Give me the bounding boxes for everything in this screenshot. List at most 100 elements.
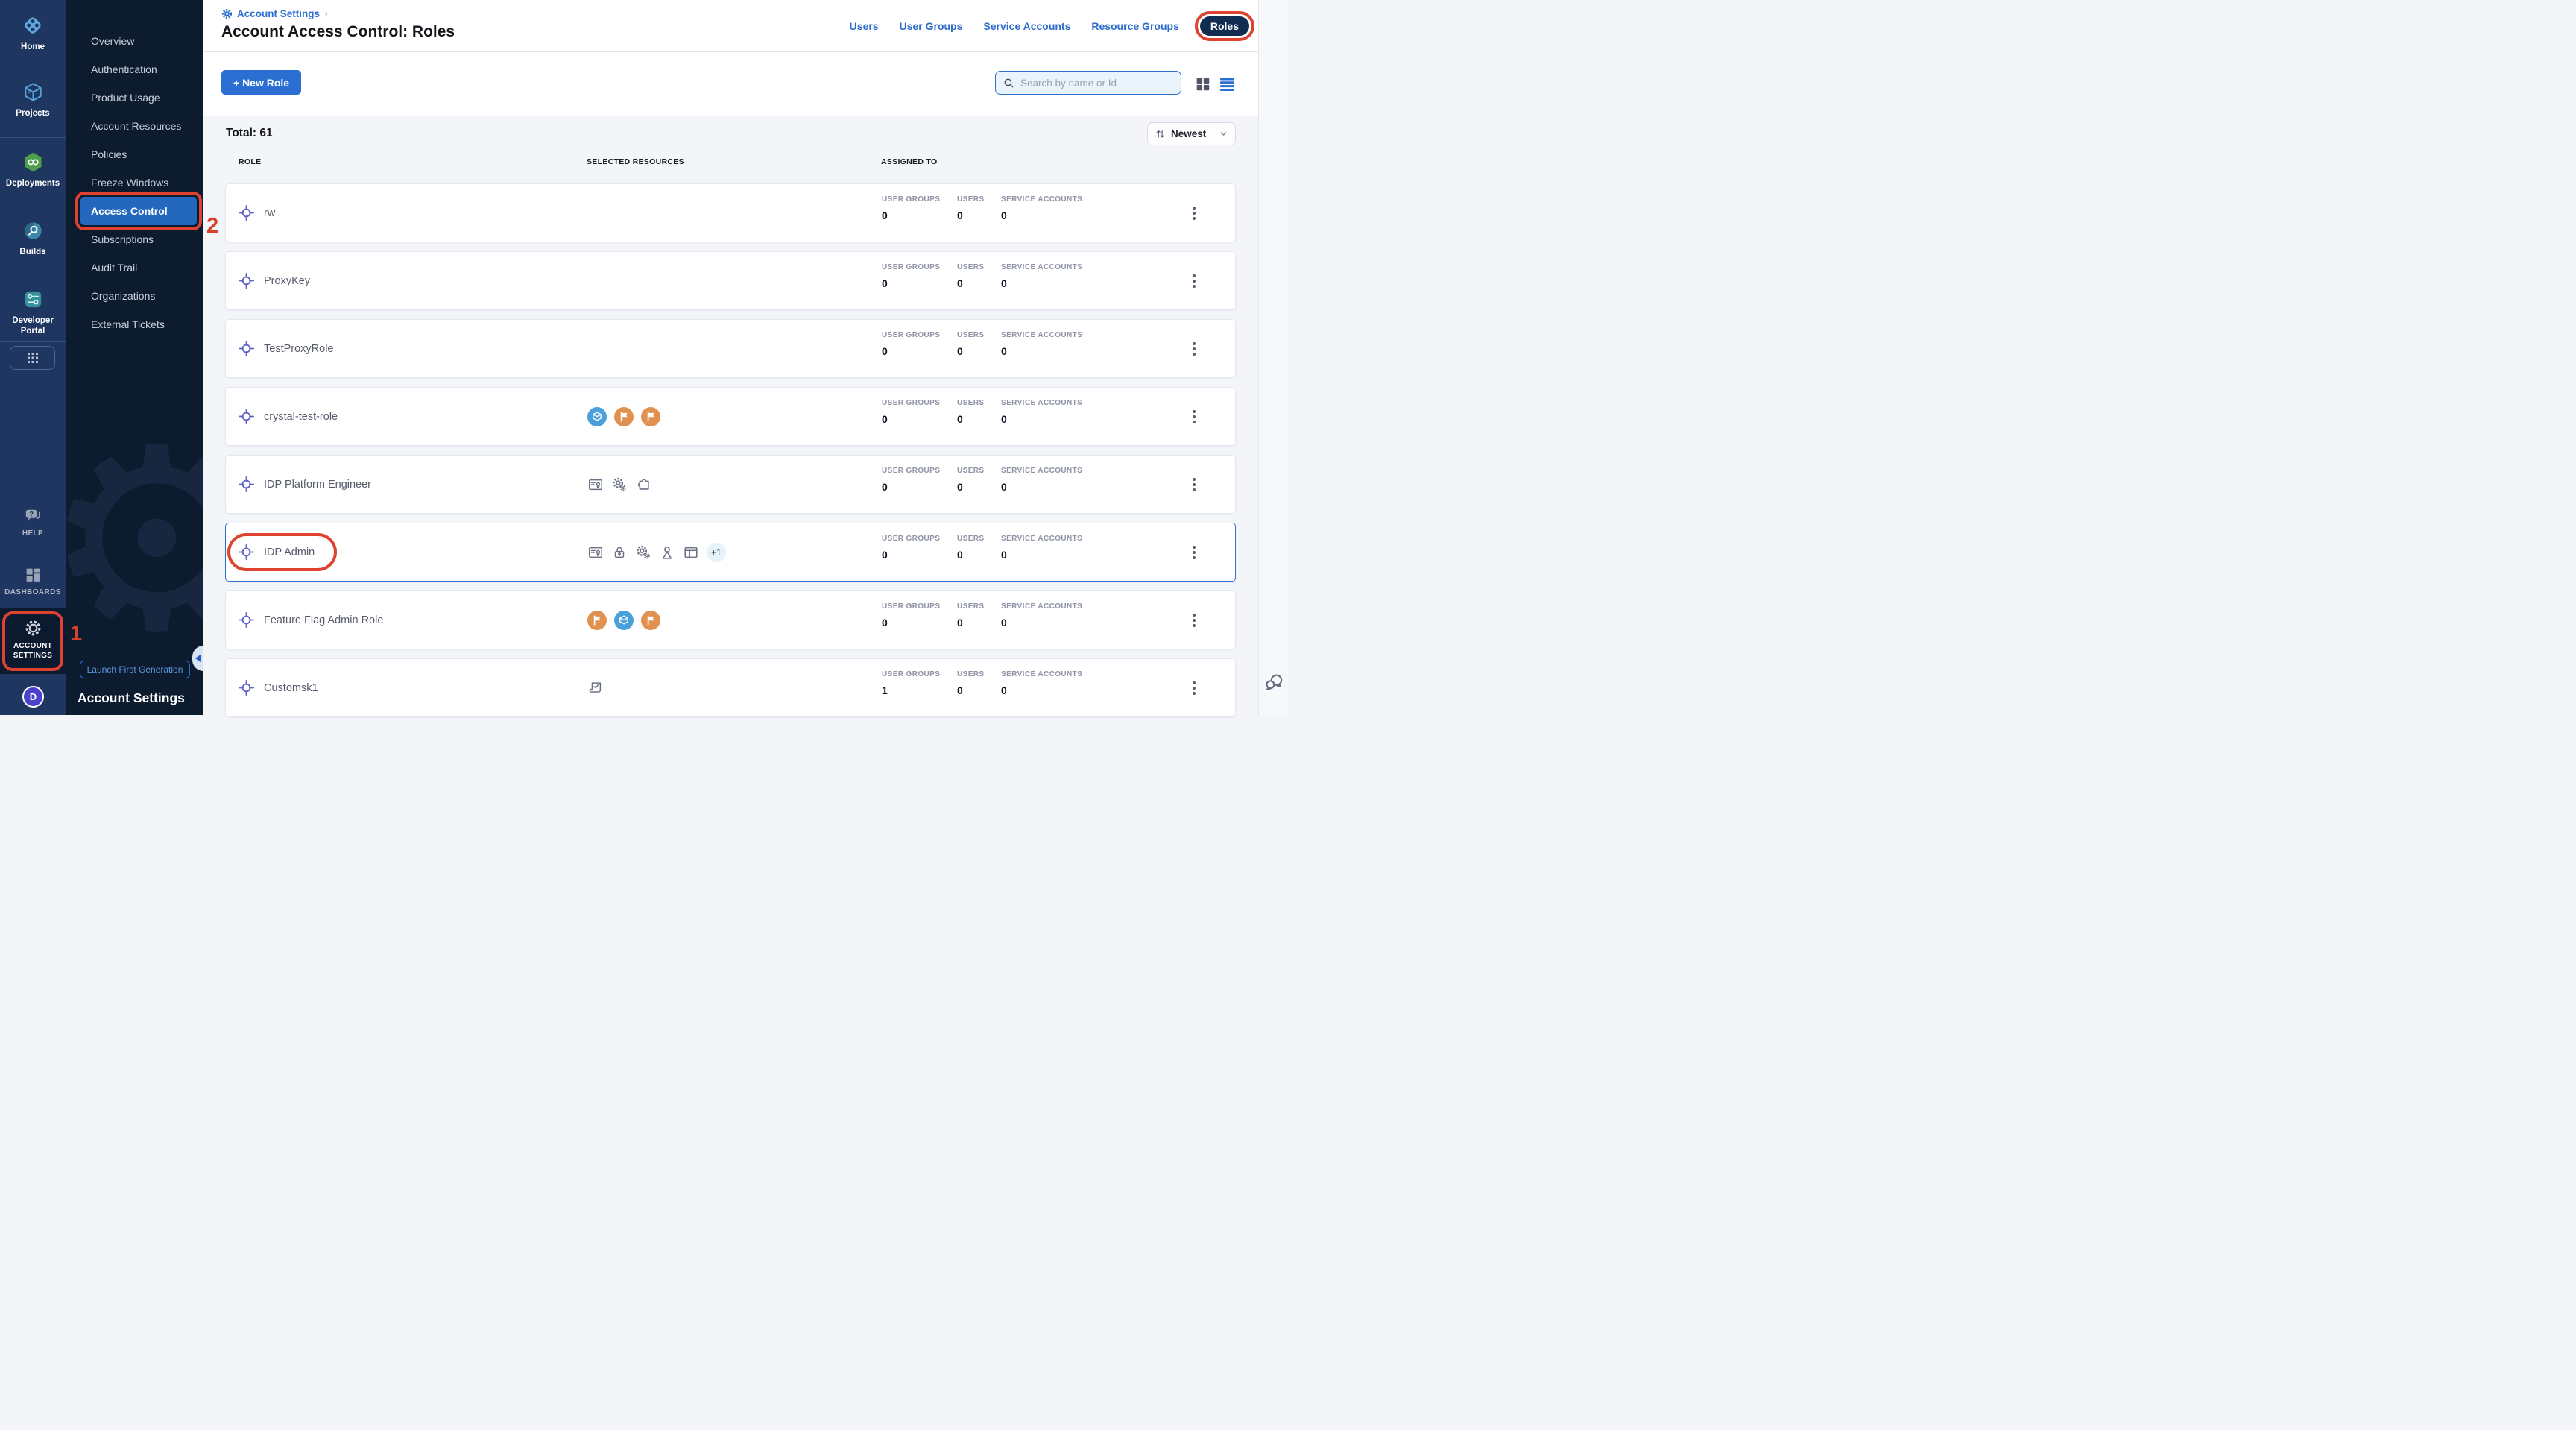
row-menu-button[interactable]: [1188, 473, 1200, 496]
nav-help[interactable]: ? HELP: [0, 507, 66, 539]
role-name-group: TestProxyRole: [230, 333, 353, 365]
sidebar-item-authentication[interactable]: Authentication: [66, 55, 203, 84]
nav-account-settings[interactable]: ACCOUNT SETTINGS: [0, 619, 66, 661]
role-name[interactable]: ProxyKey: [264, 275, 310, 287]
assigned-users-label: USERS: [957, 670, 984, 678]
column-header-role: ROLE: [239, 157, 261, 166]
users-count: 0: [957, 277, 963, 289]
breadcrumb[interactable]: Account Settings ›: [221, 7, 328, 19]
search-input[interactable]: [1020, 78, 1173, 89]
role-row-crystal-test-role[interactable]: crystal-test-roleUSER GROUPS0USERS0SERVI…: [225, 387, 1236, 446]
role-name[interactable]: TestProxyRole: [264, 343, 333, 355]
support-chat-icon[interactable]: [1263, 671, 1285, 693]
row-menu-button[interactable]: [1188, 406, 1200, 428]
selected-resources: [587, 659, 882, 716]
tab-resource-groups[interactable]: Resource Groups: [1091, 20, 1178, 32]
resource-overflow-badge: +1: [707, 543, 726, 562]
nav-deployments[interactable]: Deployments: [0, 151, 66, 189]
sort-dropdown[interactable]: Newest: [1147, 122, 1236, 145]
users-count: 0: [957, 210, 963, 221]
role-target-icon: [238, 679, 255, 696]
row-menu-button[interactable]: [1188, 541, 1200, 564]
assigned-users-label: USERS: [957, 535, 984, 543]
main-content: Account Settings › Account Access Contro…: [203, 0, 1288, 715]
nav-home-label: Home: [21, 42, 45, 52]
role-row-testproxyrole[interactable]: TestProxyRoleUSER GROUPS0USERS0SERVICE A…: [225, 319, 1236, 378]
nav-developer-portal[interactable]: Developer Portal: [0, 288, 66, 337]
right-gutter: [1259, 0, 1288, 715]
sidebar-item-account-resources[interactable]: Account Resources: [66, 112, 203, 140]
breadcrumb-link[interactable]: Account Settings: [237, 8, 320, 19]
role-name-group: ProxyKey: [230, 265, 329, 297]
sidebar-item-access-control[interactable]: Access Control: [80, 197, 197, 225]
role-name[interactable]: crystal-test-role: [264, 411, 338, 423]
assigned-service-accounts-label: SERVICE ACCOUNTS: [1001, 467, 1082, 475]
role-row-idp-admin[interactable]: IDP Admin+1USER GROUPS0USERS0SERVICE ACC…: [225, 523, 1236, 582]
sidebar-item-overview[interactable]: Overview: [66, 27, 203, 55]
service-accounts-count: 0: [1001, 277, 1007, 289]
tab-roles[interactable]: Roles: [1200, 16, 1249, 36]
row-menu-button[interactable]: [1188, 677, 1200, 699]
user-groups-count: 0: [882, 413, 888, 425]
assigned-users-label: USERS: [957, 195, 984, 204]
tab-service-accounts[interactable]: Service Accounts: [983, 20, 1070, 32]
sidebar-item-subscriptions[interactable]: Subscriptions: [66, 225, 203, 253]
row-menu-button[interactable]: [1188, 202, 1200, 224]
nav-home[interactable]: Home: [0, 13, 66, 52]
svg-text:?: ?: [29, 510, 33, 517]
sort-arrows-icon: [1155, 128, 1166, 139]
assigned-service-accounts-label: SERVICE ACCOUNTS: [1001, 399, 1082, 407]
users-count: 0: [957, 549, 963, 561]
role-name-group: crystal-test-role: [230, 400, 357, 432]
help-icon: ?: [23, 507, 42, 525]
sidebar-item-product-usage[interactable]: Product Usage: [66, 84, 203, 112]
tab-users[interactable]: Users: [850, 20, 879, 32]
home-icon: [21, 13, 45, 37]
sidebar-item-policies[interactable]: Policies: [66, 140, 203, 168]
role-row-rw[interactable]: rwUSER GROUPS0USERS0SERVICE ACCOUNTS0: [225, 183, 1236, 242]
nav-dashboards[interactable]: DASHBOARDS: [0, 567, 66, 598]
settings-menu: OverviewAuthenticationProduct UsageAccou…: [66, 27, 203, 338]
row-menu-button[interactable]: [1188, 609, 1200, 631]
role-name[interactable]: rw: [264, 207, 275, 219]
new-role-button[interactable]: + New Role: [221, 70, 301, 95]
rail-divider: [0, 137, 66, 138]
role-row-idp-platform-engineer[interactable]: IDP Platform EngineerUSER GROUPS0USERS0S…: [225, 455, 1236, 514]
list-view-button[interactable]: [1219, 75, 1237, 92]
role-row-feature-flag-admin-role[interactable]: Feature Flag Admin RoleUSER GROUPS0USERS…: [225, 590, 1236, 649]
users-count: 0: [957, 345, 963, 357]
role-name[interactable]: IDP Platform Engineer: [264, 479, 371, 491]
role-name[interactable]: Feature Flag Admin Role: [264, 614, 383, 626]
rail-divider: [0, 341, 66, 342]
tab-user-groups[interactable]: User Groups: [900, 20, 963, 32]
user-groups-count: 0: [882, 549, 888, 561]
layout-resource-icon: [683, 544, 699, 561]
nav-projects-label: Projects: [16, 108, 49, 119]
module-selector-button[interactable]: [10, 346, 55, 370]
row-menu-button[interactable]: [1188, 270, 1200, 292]
lock-resource-icon: [611, 544, 628, 561]
row-menu-button[interactable]: [1188, 338, 1200, 360]
sidebar-item-external-tickets[interactable]: External Tickets: [66, 310, 203, 338]
user-avatar[interactable]: D: [22, 686, 44, 708]
selected-resources: [587, 184, 882, 242]
puzzle-resource-icon: [635, 476, 651, 493]
role-name[interactable]: IDP Admin: [264, 547, 315, 558]
nav-projects[interactable]: Projects: [0, 81, 66, 119]
sidebar-item-freeze-windows[interactable]: Freeze Windows: [66, 168, 203, 197]
column-header-resources: SELECTED RESOURCES: [587, 157, 684, 166]
sidebar-item-audit-trail[interactable]: Audit Trail: [66, 253, 203, 282]
assigned-service-accounts-label: SERVICE ACCOUNTS: [1001, 263, 1082, 271]
role-row-proxykey[interactable]: ProxyKeyUSER GROUPS0USERS0SERVICE ACCOUN…: [225, 251, 1236, 310]
role-name[interactable]: Customsk1: [264, 682, 318, 694]
assigned-service-accounts-label: SERVICE ACCOUNTS: [1001, 670, 1082, 678]
nav-builds[interactable]: Builds: [0, 219, 66, 257]
sidebar-item-organizations[interactable]: Organizations: [66, 282, 203, 310]
role-row-customsk1[interactable]: Customsk1USER GROUPS1USERS0SERVICE ACCOU…: [225, 658, 1236, 717]
user-groups-count: 0: [882, 277, 888, 289]
grid-view-button[interactable]: [1195, 75, 1213, 92]
flag-orange-resource-icon: [641, 407, 660, 426]
grid-view-icon: [1195, 76, 1210, 92]
launch-first-generation-button[interactable]: Launch First Generation: [80, 661, 190, 678]
user-groups-count: 0: [882, 345, 888, 357]
